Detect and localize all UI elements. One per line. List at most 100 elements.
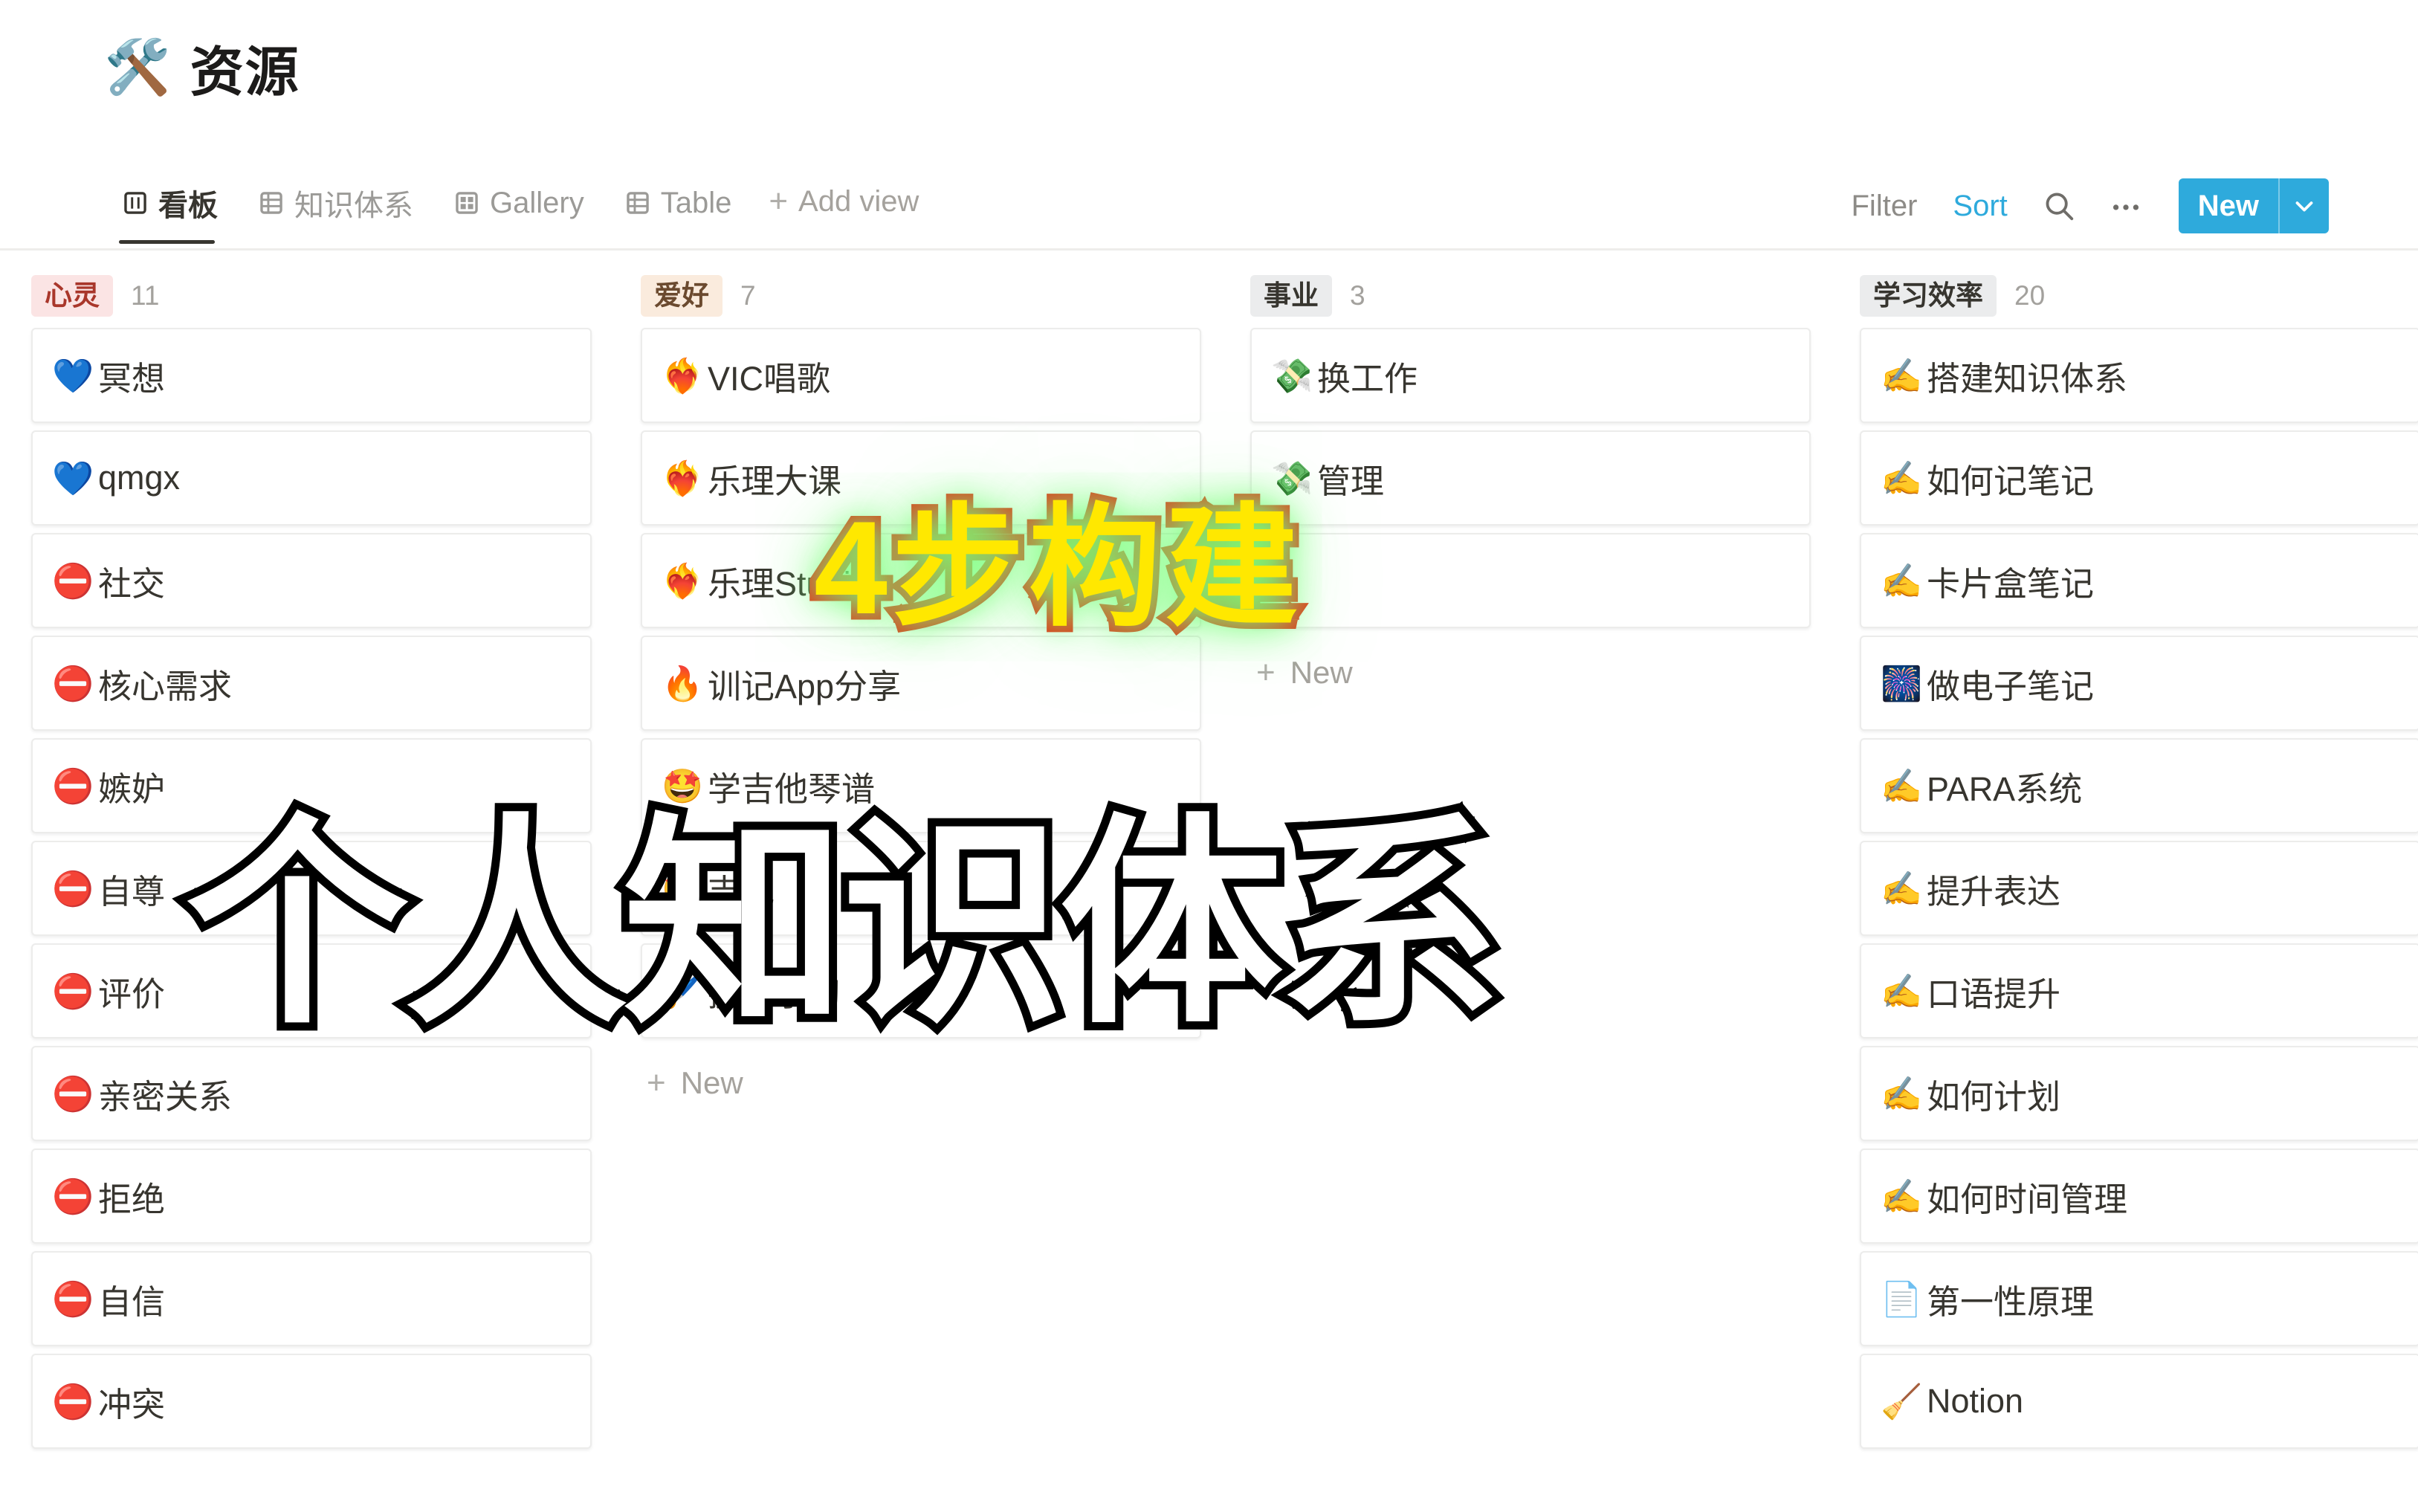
plus-icon: + bbox=[647, 1064, 666, 1102]
board-card[interactable]: ⛔ 亲密关系 bbox=[31, 1046, 592, 1141]
filter-button[interactable]: Filter bbox=[1834, 182, 1936, 230]
board-card[interactable]: 🖌️ 摄影学习 bbox=[641, 943, 1201, 1038]
board-column-inner: 心灵 11 💙 冥想 💙 qmgx ⛔ 社交 ⛔ 核心需求 ⛔ 嫉妒 ⛔ 自尊 ⛔ 评价 ⛔ 亲密关系 ⛔ 拒绝 ⛔ 自信… bbox=[31, 264, 592, 1449]
card-emoji-icon: ⛔ bbox=[52, 1177, 94, 1215]
add-view-button[interactable]: + Add view bbox=[769, 185, 919, 238]
card-title: 训记App分享 bbox=[708, 667, 902, 705]
board-card[interactable]: 🤩 吉他 bbox=[641, 841, 1201, 936]
board-card[interactable]: ⛔ 拒绝 bbox=[31, 1148, 592, 1244]
card-title: 学吉他琴谱 bbox=[708, 769, 876, 808]
tab-table[interactable]: Table bbox=[621, 184, 749, 239]
board-card[interactable]: ✍️ 如何时间管理 bbox=[1860, 1148, 2418, 1244]
board-card[interactable]: ✍️ 如何计划 bbox=[1860, 1046, 2418, 1141]
board-column-count: 3 bbox=[1350, 280, 1365, 311]
board-card[interactable]: 🎆 做电子笔记 bbox=[1860, 636, 2418, 731]
card-emoji-icon: ❤️‍🔥 bbox=[662, 459, 704, 497]
new-button-group[interactable]: New bbox=[2178, 178, 2329, 233]
board-card[interactable]: ✍️ 提升表达 bbox=[1860, 841, 2418, 936]
card-title: 卡片盒笔记 bbox=[1927, 564, 2095, 603]
board-column-header[interactable]: 心灵 11 bbox=[31, 264, 592, 328]
add-card-label: New bbox=[680, 1065, 743, 1100]
board-card[interactable]: ⛔ 冲突 bbox=[31, 1354, 592, 1449]
card-emoji-icon: ✍️ bbox=[1881, 869, 1923, 908]
view-toolbar: 看板 知识体系 Gallery Table + Add view Filter … bbox=[0, 178, 2418, 250]
board-column-header[interactable]: 学习效率 20 bbox=[1860, 264, 2418, 328]
sort-button[interactable]: Sort bbox=[1935, 182, 2025, 230]
board-card[interactable]: ⛔ 社交 bbox=[31, 533, 592, 628]
board-column-count: 20 bbox=[2014, 280, 2046, 311]
card-emoji-icon: ⛔ bbox=[52, 1279, 94, 1318]
board-card[interactable]: ⛔ 自尊 bbox=[31, 841, 592, 936]
board-card[interactable]: 📄 第一性原理 bbox=[1860, 1251, 2418, 1346]
board-card[interactable]: ❤️‍🔥 VIC唱歌 bbox=[641, 328, 1201, 423]
board-card[interactable]: ✍️ 搭建知识体系 bbox=[1860, 328, 2418, 423]
board-card[interactable]: ❤️‍🔥 乐理Studio bbox=[641, 533, 1201, 628]
card-emoji-icon: 🔥 bbox=[662, 664, 704, 702]
new-button[interactable]: New bbox=[2179, 178, 2278, 233]
board-column-header[interactable]: 爱好 7 bbox=[641, 264, 1201, 328]
chevron-down-icon[interactable] bbox=[2280, 178, 2329, 233]
table-view-icon bbox=[624, 190, 651, 216]
card-emoji-icon: ⛔ bbox=[52, 972, 94, 1010]
tab-kanban[interactable]: 看板 bbox=[119, 178, 234, 244]
board-card[interactable]: 💙 qmgx bbox=[31, 430, 592, 526]
card-emoji-icon: ✍️ bbox=[1881, 1177, 1923, 1215]
board-card[interactable]: 🧹 Notion bbox=[1860, 1354, 2418, 1449]
board-card[interactable] bbox=[1250, 533, 1811, 628]
card-emoji-icon: 🖌️ bbox=[662, 972, 704, 1010]
card-emoji-icon: ✍️ bbox=[1881, 356, 1923, 395]
card-emoji-icon: 🎆 bbox=[1881, 664, 1923, 702]
board-column-count: 7 bbox=[740, 280, 756, 311]
card-title: 评价 bbox=[98, 975, 166, 1013]
card-emoji-icon: ⛔ bbox=[52, 1074, 94, 1113]
add-view-label: Add view bbox=[798, 184, 919, 218]
card-title: qmgx bbox=[98, 459, 181, 497]
board-card[interactable]: ⛔ 自信 bbox=[31, 1251, 592, 1346]
board-card[interactable]: 💸 换工作 bbox=[1250, 328, 1811, 423]
tab-kanban-label: 看板 bbox=[158, 190, 218, 222]
card-title: 冥想 bbox=[98, 359, 166, 398]
card-title: 管理 bbox=[1317, 462, 1385, 500]
card-title: 自尊 bbox=[98, 872, 166, 911]
board-card[interactable]: ✍️ 卡片盒笔记 bbox=[1860, 533, 2418, 628]
board-card[interactable]: 🔥 训记App分享 bbox=[641, 636, 1201, 731]
card-emoji-icon: 💙 bbox=[52, 459, 94, 497]
board-column-header[interactable]: 事业 3 bbox=[1250, 264, 1811, 328]
board-card[interactable]: 🤩 学吉他琴谱 bbox=[641, 738, 1201, 833]
board-column-chip: 爱好 bbox=[641, 274, 723, 317]
add-card-button[interactable]: + New bbox=[641, 1046, 1201, 1101]
card-emoji-icon: ⛔ bbox=[52, 766, 94, 805]
tab-table-label: Table bbox=[660, 186, 732, 219]
card-title: 如何记笔记 bbox=[1927, 462, 2095, 500]
card-emoji-icon: 💙 bbox=[52, 356, 94, 395]
board-card[interactable]: ⛔ 核心需求 bbox=[31, 636, 592, 731]
kanban-board: 心灵 11 💙 冥想 💙 qmgx ⛔ 社交 ⛔ 核心需求 ⛔ 嫉妒 ⛔ 自尊 ⛔ 评价 ⛔ 亲密关系 ⛔ 拒绝 ⛔ 自信… bbox=[0, 264, 2418, 1512]
tab-knowledge-system-label: 知识体系 bbox=[294, 190, 413, 222]
board-card[interactable]: 💸 管理 bbox=[1250, 430, 1811, 526]
tab-knowledge-system[interactable]: 知识体系 bbox=[255, 178, 430, 244]
card-emoji-icon: ⛔ bbox=[52, 869, 94, 908]
card-emoji-icon: 🤩 bbox=[662, 869, 704, 908]
board-column: 学习效率 20 ✍️ 搭建知识体系 ✍️ 如何记笔记 ✍️ 卡片盒笔记 🎆 做电子笔记 ✍️ PARA… bbox=[1829, 264, 2418, 1512]
board-column: 心灵 11 💙 冥想 💙 qmgx ⛔ 社交 ⛔ 核心需求 ⛔ 嫉妒 ⛔ 自尊 ⛔ 评价 ⛔ 亲密关系 ⛔ 拒绝 ⛔ 自信… bbox=[0, 264, 610, 1512]
ellipsis-icon[interactable] bbox=[2092, 181, 2159, 230]
board-card[interactable]: 💙 冥想 bbox=[31, 328, 592, 423]
board-card[interactable]: ⛔ 评价 bbox=[31, 943, 592, 1038]
card-title: 自信 bbox=[98, 1282, 166, 1321]
board-card[interactable]: ✍️ PARA系统 bbox=[1860, 738, 2418, 833]
board-card[interactable]: ❤️‍🔥 乐理大课 bbox=[641, 430, 1201, 526]
card-title: PARA系统 bbox=[1927, 769, 2083, 808]
board-card[interactable]: ✍️ 如何记笔记 bbox=[1860, 430, 2418, 526]
search-icon[interactable] bbox=[2026, 181, 2092, 230]
card-title: 做电子笔记 bbox=[1927, 667, 2095, 705]
card-title: 乐理大课 bbox=[708, 462, 842, 500]
card-title: 拒绝 bbox=[98, 1180, 166, 1218]
board-card[interactable]: ✍️ 口语提升 bbox=[1860, 943, 2418, 1038]
notion-board-page: 🛠️ 资源 看板 知识体系 Gallery Table + Add view F… bbox=[0, 0, 2418, 1512]
tab-gallery[interactable]: Gallery bbox=[450, 184, 601, 239]
board-column-chip: 学习效率 bbox=[1860, 274, 1997, 317]
board-card[interactable]: ⛔ 嫉妒 bbox=[31, 738, 592, 833]
card-title: 亲密关系 bbox=[98, 1077, 233, 1116]
card-emoji-icon: ✍️ bbox=[1881, 561, 1923, 600]
add-card-button[interactable]: + New bbox=[1250, 636, 1811, 691]
